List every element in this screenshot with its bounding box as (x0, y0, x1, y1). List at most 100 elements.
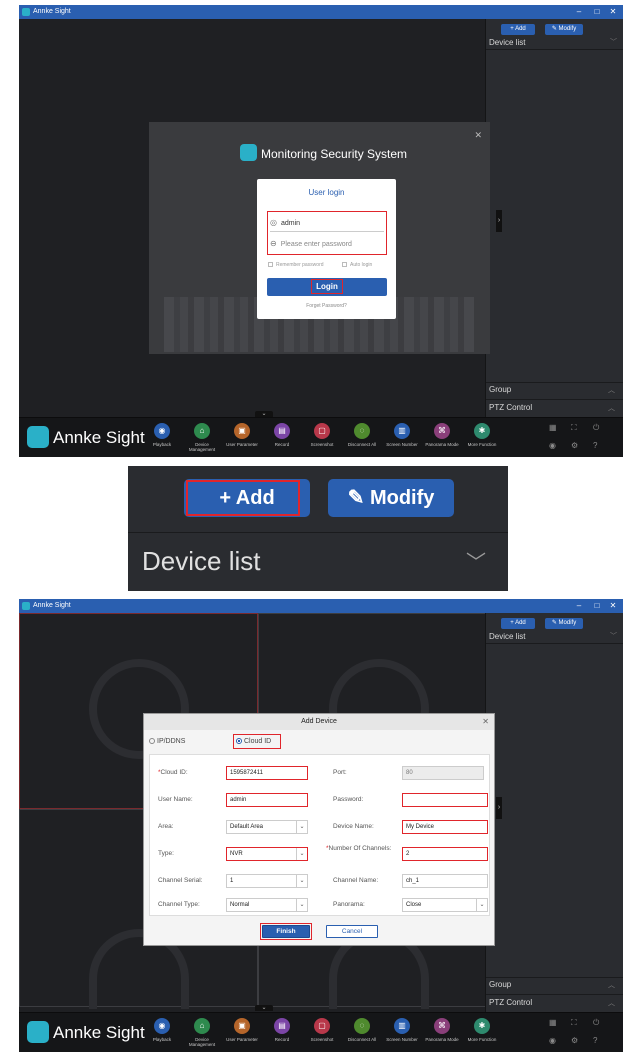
cloud-id-input[interactable]: 1595872411 (226, 766, 308, 780)
chevron-down-icon[interactable]: ﹀ (610, 37, 617, 47)
channel-name-input[interactable]: ch_1 (402, 874, 488, 888)
add-device-button[interactable]: + Add (501, 24, 535, 35)
device-management-icon: ⌂ (194, 423, 210, 439)
settings-icon[interactable]: ⚙ (571, 441, 578, 450)
remember-password-checkbox[interactable]: Remember password (268, 262, 324, 268)
help-icon[interactable]: ? (593, 441, 597, 450)
toolbar-button[interactable]: ✱ More Function (462, 1018, 502, 1042)
toolbar-button[interactable]: ▣ User Parameter (222, 1018, 262, 1042)
toolbar-button[interactable]: ◉ Playback (142, 1018, 182, 1042)
dialog-title: Add Device (144, 714, 494, 730)
panorama-value: Close (406, 902, 422, 908)
channel-type-value: Normal (230, 902, 250, 908)
toolbar-button[interactable]: ▢ Screenshot (302, 423, 342, 447)
toolbar-button[interactable]: ◉ Playback (142, 423, 182, 447)
chevron-up-icon[interactable]: ︿ (608, 385, 615, 395)
password-input[interactable] (402, 793, 488, 807)
toolbar-button[interactable]: ◌ Disconnect All (342, 1018, 382, 1042)
grid-icon[interactable]: ▦ (549, 423, 557, 432)
help-icon[interactable]: ? (593, 1036, 597, 1045)
toolbar-button[interactable]: ▥ Screen Number (382, 423, 422, 447)
username-field[interactable]: ◎ admin (270, 214, 384, 232)
bottom-toolbar: Annke Sight ◉ Playback ⌂ Device Management ▣… (19, 1012, 623, 1052)
bottom-bar-collapse-handle[interactable]: ⌄ (255, 1005, 273, 1011)
cancel-button[interactable]: Cancel (326, 925, 378, 938)
fullscreen-icon[interactable]: ⛶ (571, 1018, 577, 1028)
group-section-title[interactable]: Group (489, 980, 511, 989)
chevron-down-icon[interactable]: ﹀ (610, 631, 617, 641)
toolbar-button[interactable]: ◌ Disconnect All (342, 423, 382, 447)
modify-button[interactable]: ✎ Modify (545, 618, 583, 629)
chevron-up-icon[interactable]: ︿ (608, 998, 615, 1008)
port-input[interactable]: 80 (402, 766, 484, 780)
login-button[interactable]: Login (267, 278, 387, 296)
group-section-title[interactable]: Group (489, 385, 511, 394)
power-icon[interactable]: ⏻ (593, 423, 599, 433)
toolbar-button-label: Disconnect All (347, 442, 377, 447)
panel-collapse-handle[interactable]: › (496, 797, 502, 819)
remember-label: Remember password (276, 262, 324, 268)
radio-on-icon (236, 738, 242, 745)
channel-serial-select[interactable]: 1 ⌄ (226, 874, 308, 888)
channels-input[interactable]: 2 (402, 847, 488, 861)
chevron-down-icon[interactable]: ﹀ (466, 546, 486, 575)
login-card: User login ◎ admin ⊖ Please enter password… (257, 179, 396, 319)
close-icon[interactable]: ✕ (474, 130, 482, 141)
finish-button[interactable]: Finish (262, 925, 310, 938)
maximize-button[interactable]: □ (589, 5, 605, 19)
login-button-label: Login (311, 279, 343, 294)
cloud-id-radio[interactable]: Cloud ID (236, 738, 271, 745)
forget-password-link[interactable]: Forget Password? (257, 303, 396, 309)
toolbar-button[interactable]: ▤ Record (262, 1018, 302, 1042)
maximize-button[interactable]: □ (589, 599, 605, 613)
toolbar-button[interactable]: ▣ User Parameter (222, 423, 262, 447)
toolbar-button[interactable]: ⌘ Panorama Mode (422, 1018, 462, 1042)
chevron-down-icon: ⌄ (476, 899, 487, 911)
channel-type-select[interactable]: Normal ⌄ (226, 898, 308, 912)
ip-ddns-radio[interactable]: IP/DDNS (149, 738, 185, 745)
user-name-input[interactable]: admin (226, 793, 308, 807)
close-button[interactable]: ✕ (605, 5, 621, 19)
modify-button[interactable]: ✎ Modify (545, 24, 583, 35)
toolbar-button[interactable]: ⌂ Device Management (182, 423, 222, 452)
channel-name-label: Channel Name: (333, 877, 379, 884)
network-icon[interactable]: ◉ (549, 1036, 556, 1045)
toolbar-button[interactable]: ⌂ Device Management (182, 1018, 222, 1047)
toolbar-button[interactable]: ▤ Record (262, 423, 302, 447)
panorama-select[interactable]: Close ⌄ (402, 898, 488, 912)
password-field[interactable]: ⊖ Please enter password (270, 235, 384, 253)
toolbar-button[interactable]: ✱ More Function (462, 423, 502, 447)
toolbar-button[interactable]: ▥ Screen Number (382, 1018, 422, 1042)
type-select[interactable]: NVR ⌄ (226, 847, 308, 861)
ptz-section-title[interactable]: PTZ Control (489, 403, 532, 412)
device-name-input[interactable]: My Device (402, 820, 488, 834)
settings-icon[interactable]: ⚙ (571, 1036, 578, 1045)
minimize-button[interactable]: – (571, 599, 587, 613)
device-list-title: Device list (489, 38, 526, 47)
chevron-up-icon[interactable]: ︿ (608, 403, 615, 413)
divider (486, 399, 623, 400)
ptz-section-title[interactable]: PTZ Control (489, 998, 532, 1007)
grid-icon[interactable]: ▦ (549, 1018, 557, 1027)
fullscreen-icon[interactable]: ⛶ (571, 423, 577, 433)
minimize-button[interactable]: – (571, 5, 587, 19)
modify-button[interactable]: ✎ Modify (328, 479, 454, 517)
close-button[interactable]: ✕ (605, 599, 621, 613)
toolbar-button[interactable]: ▢ Screenshot (302, 1018, 342, 1042)
record-icon: ▤ (274, 423, 290, 439)
modify-label: Modify (558, 620, 577, 626)
auto-login-checkbox[interactable]: Auto login (342, 262, 372, 268)
area-select[interactable]: Default Area ⌄ (226, 820, 308, 834)
panel-collapse-handle[interactable]: › (496, 210, 502, 232)
power-icon[interactable]: ⏻ (593, 1018, 599, 1028)
close-icon[interactable]: ✕ (482, 714, 489, 730)
add-device-button[interactable]: + Add (501, 618, 535, 629)
divider (486, 382, 623, 383)
toolbar-button[interactable]: ⌘ Panorama Mode (422, 423, 462, 447)
chevron-up-icon[interactable]: ︿ (608, 980, 615, 990)
app-title: Annke Sight (33, 602, 71, 609)
network-icon[interactable]: ◉ (549, 441, 556, 450)
user-parameter-icon: ▣ (234, 423, 250, 439)
side-panel: + Add ✎ Modify Device list ﹀ Group ︿ PTZ… (485, 613, 623, 1012)
chevron-down-icon: ⌄ (296, 821, 307, 833)
